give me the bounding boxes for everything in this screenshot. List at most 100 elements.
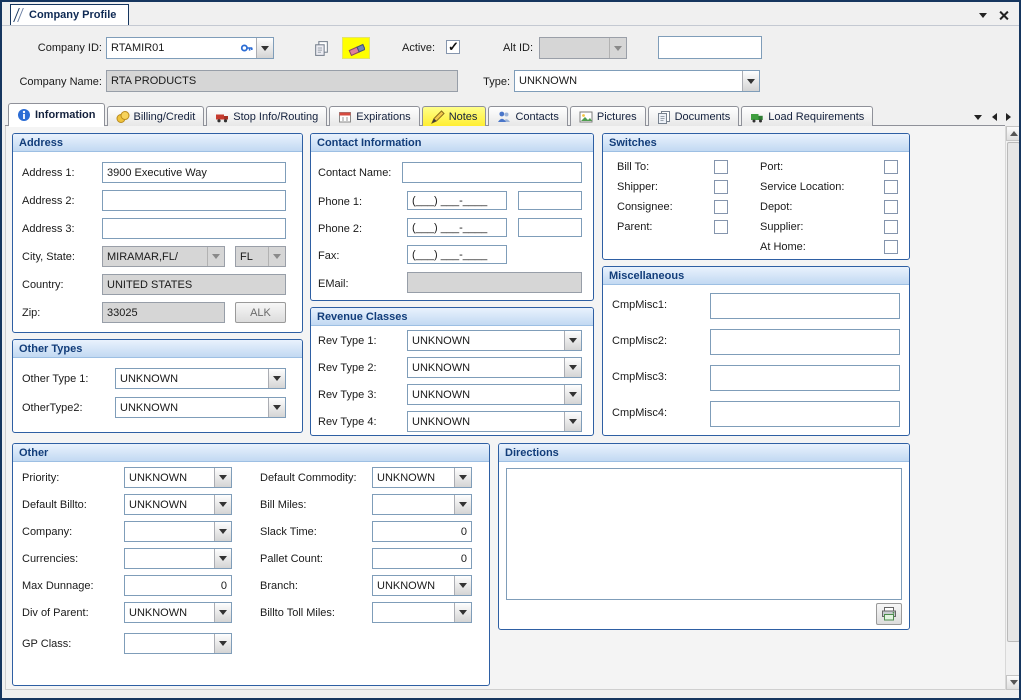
- company-dropdown-button[interactable]: [214, 522, 231, 541]
- rev-type2-select[interactable]: UNKNOWN: [407, 357, 582, 378]
- bill-miles-label: Bill Miles:: [260, 499, 306, 512]
- directions-textarea[interactable]: [506, 468, 902, 600]
- tab-expirations[interactable]: Expirations: [329, 106, 419, 126]
- tab-information[interactable]: Information: [8, 103, 105, 126]
- default-commodity-select[interactable]: UNKNOWN: [372, 467, 472, 488]
- shipper-checkbox[interactable]: [714, 180, 728, 194]
- billto-toll-miles-select[interactable]: [372, 602, 472, 623]
- rev-type1-dropdown-button[interactable]: [564, 331, 581, 350]
- rev-type4-select[interactable]: UNKNOWN: [407, 411, 582, 432]
- type-select[interactable]: UNKNOWN: [514, 70, 760, 92]
- close-button[interactable]: [995, 8, 1011, 22]
- priority-dropdown-button[interactable]: [214, 468, 231, 487]
- dropdown-arrow-icon: [459, 475, 467, 480]
- cmpmisc1-input[interactable]: [710, 293, 900, 319]
- fax-input[interactable]: (___) ___-____: [407, 245, 507, 264]
- branch-dropdown-button[interactable]: [454, 576, 471, 595]
- company-id-combo[interactable]: RTAMIR01: [106, 37, 274, 59]
- priority-label: Priority:: [22, 472, 59, 485]
- cmpmisc3-input[interactable]: [710, 365, 900, 391]
- gp-class-select[interactable]: [124, 633, 232, 654]
- slack-time-input[interactable]: 0: [372, 521, 472, 542]
- tab-documents[interactable]: Documents: [648, 106, 740, 126]
- window-menu-button[interactable]: [975, 8, 991, 22]
- tab-stop-info-routing[interactable]: Stop Info/Routing: [206, 106, 327, 126]
- pallet-count-input[interactable]: 0: [372, 548, 472, 569]
- scrollbar-up-button[interactable]: [1006, 126, 1021, 141]
- other-type1-select[interactable]: UNKNOWN: [115, 368, 286, 389]
- parent-checkbox[interactable]: [714, 220, 728, 234]
- tab-load-requirements[interactable]: Load Requirements: [741, 106, 873, 126]
- rev-type3-select[interactable]: UNKNOWN: [407, 384, 582, 405]
- other-type2-value: UNKNOWN: [116, 398, 268, 417]
- tab-notes[interactable]: Notes: [422, 106, 487, 126]
- scrollbar-down-button[interactable]: [1006, 675, 1021, 690]
- dropdown-arrow-icon: [219, 502, 227, 507]
- print-directions-button[interactable]: [876, 603, 902, 625]
- scroll-tabs-right-button[interactable]: [1000, 110, 1016, 124]
- rev-type3-dropdown-button[interactable]: [564, 385, 581, 404]
- supplier-checkbox[interactable]: [884, 220, 898, 234]
- max-dunnage-input[interactable]: 0: [124, 575, 232, 596]
- rev-type2-dropdown-button[interactable]: [564, 358, 581, 377]
- key-lookup-icon[interactable]: [238, 38, 256, 58]
- branch-select[interactable]: UNKNOWN: [372, 575, 472, 596]
- port-switch-label: Port:: [760, 161, 783, 174]
- phone2-ext-input[interactable]: [518, 218, 582, 237]
- scrollbar-thumb[interactable]: [1007, 142, 1020, 642]
- address2-input[interactable]: [102, 190, 286, 211]
- other-type2-dropdown-button[interactable]: [268, 398, 285, 417]
- type-dropdown-button[interactable]: [742, 71, 759, 91]
- tab-label: Billing/Credit: [134, 111, 196, 123]
- default-billto-dropdown-button[interactable]: [214, 495, 231, 514]
- priority-select[interactable]: UNKNOWN: [124, 467, 232, 488]
- company-id-dropdown-button[interactable]: [256, 38, 273, 58]
- contact-name-input[interactable]: [402, 162, 582, 183]
- tab-overflow-button[interactable]: [970, 110, 986, 124]
- company-select[interactable]: [124, 521, 232, 542]
- cmpmisc4-input[interactable]: [710, 401, 900, 427]
- rev-type1-select[interactable]: UNKNOWN: [407, 330, 582, 351]
- cmpmisc4-label: CmpMisc4:: [612, 407, 667, 420]
- div-of-parent-select[interactable]: UNKNOWN: [124, 602, 232, 623]
- tab-pictures[interactable]: Pictures: [570, 106, 646, 126]
- active-checkbox[interactable]: [446, 40, 460, 54]
- eraser-button[interactable]: [342, 37, 370, 59]
- arrow-right-icon: [1006, 113, 1011, 121]
- shipper-switch-label: Shipper:: [617, 181, 658, 194]
- alt-id-input[interactable]: [658, 36, 762, 59]
- currencies-select[interactable]: [124, 548, 232, 569]
- vertical-scrollbar[interactable]: [1005, 126, 1021, 690]
- cmpmisc2-input[interactable]: [710, 329, 900, 355]
- alk-button[interactable]: ALK: [235, 302, 286, 323]
- branch-value: UNKNOWN: [373, 576, 454, 595]
- default-billto-select[interactable]: UNKNOWN: [124, 494, 232, 515]
- rev-type4-dropdown-button[interactable]: [564, 412, 581, 431]
- phone1-input[interactable]: (___) ___-____: [407, 191, 507, 210]
- billto-checkbox[interactable]: [714, 160, 728, 174]
- bill-miles-select[interactable]: [372, 494, 472, 515]
- other-type2-select[interactable]: UNKNOWN: [115, 397, 286, 418]
- depot-checkbox[interactable]: [884, 200, 898, 214]
- copy-company-button[interactable]: [308, 37, 334, 59]
- gp-class-dropdown-button[interactable]: [214, 634, 231, 653]
- billto-toll-miles-dropdown-button[interactable]: [454, 603, 471, 622]
- div-of-parent-dropdown-button[interactable]: [214, 603, 231, 622]
- service-location-checkbox[interactable]: [884, 180, 898, 194]
- tab-label: Pictures: [597, 111, 637, 123]
- at-home-checkbox[interactable]: [884, 240, 898, 254]
- default-commodity-dropdown-button[interactable]: [454, 468, 471, 487]
- phone1-ext-input[interactable]: [518, 191, 582, 210]
- address1-input[interactable]: 3900 Executive Way: [102, 162, 286, 183]
- bill-miles-value: [373, 495, 454, 514]
- bill-miles-dropdown-button[interactable]: [454, 495, 471, 514]
- port-checkbox[interactable]: [884, 160, 898, 174]
- tab-billing-credit[interactable]: Billing/Credit: [107, 106, 205, 126]
- consignee-checkbox[interactable]: [714, 200, 728, 214]
- phone2-input[interactable]: (___) ___-____: [407, 218, 507, 237]
- address3-input[interactable]: [102, 218, 286, 239]
- billing-icon: [116, 110, 130, 124]
- tab-contacts[interactable]: Contacts: [488, 106, 567, 126]
- currencies-dropdown-button[interactable]: [214, 549, 231, 568]
- other-type1-dropdown-button[interactable]: [268, 369, 285, 388]
